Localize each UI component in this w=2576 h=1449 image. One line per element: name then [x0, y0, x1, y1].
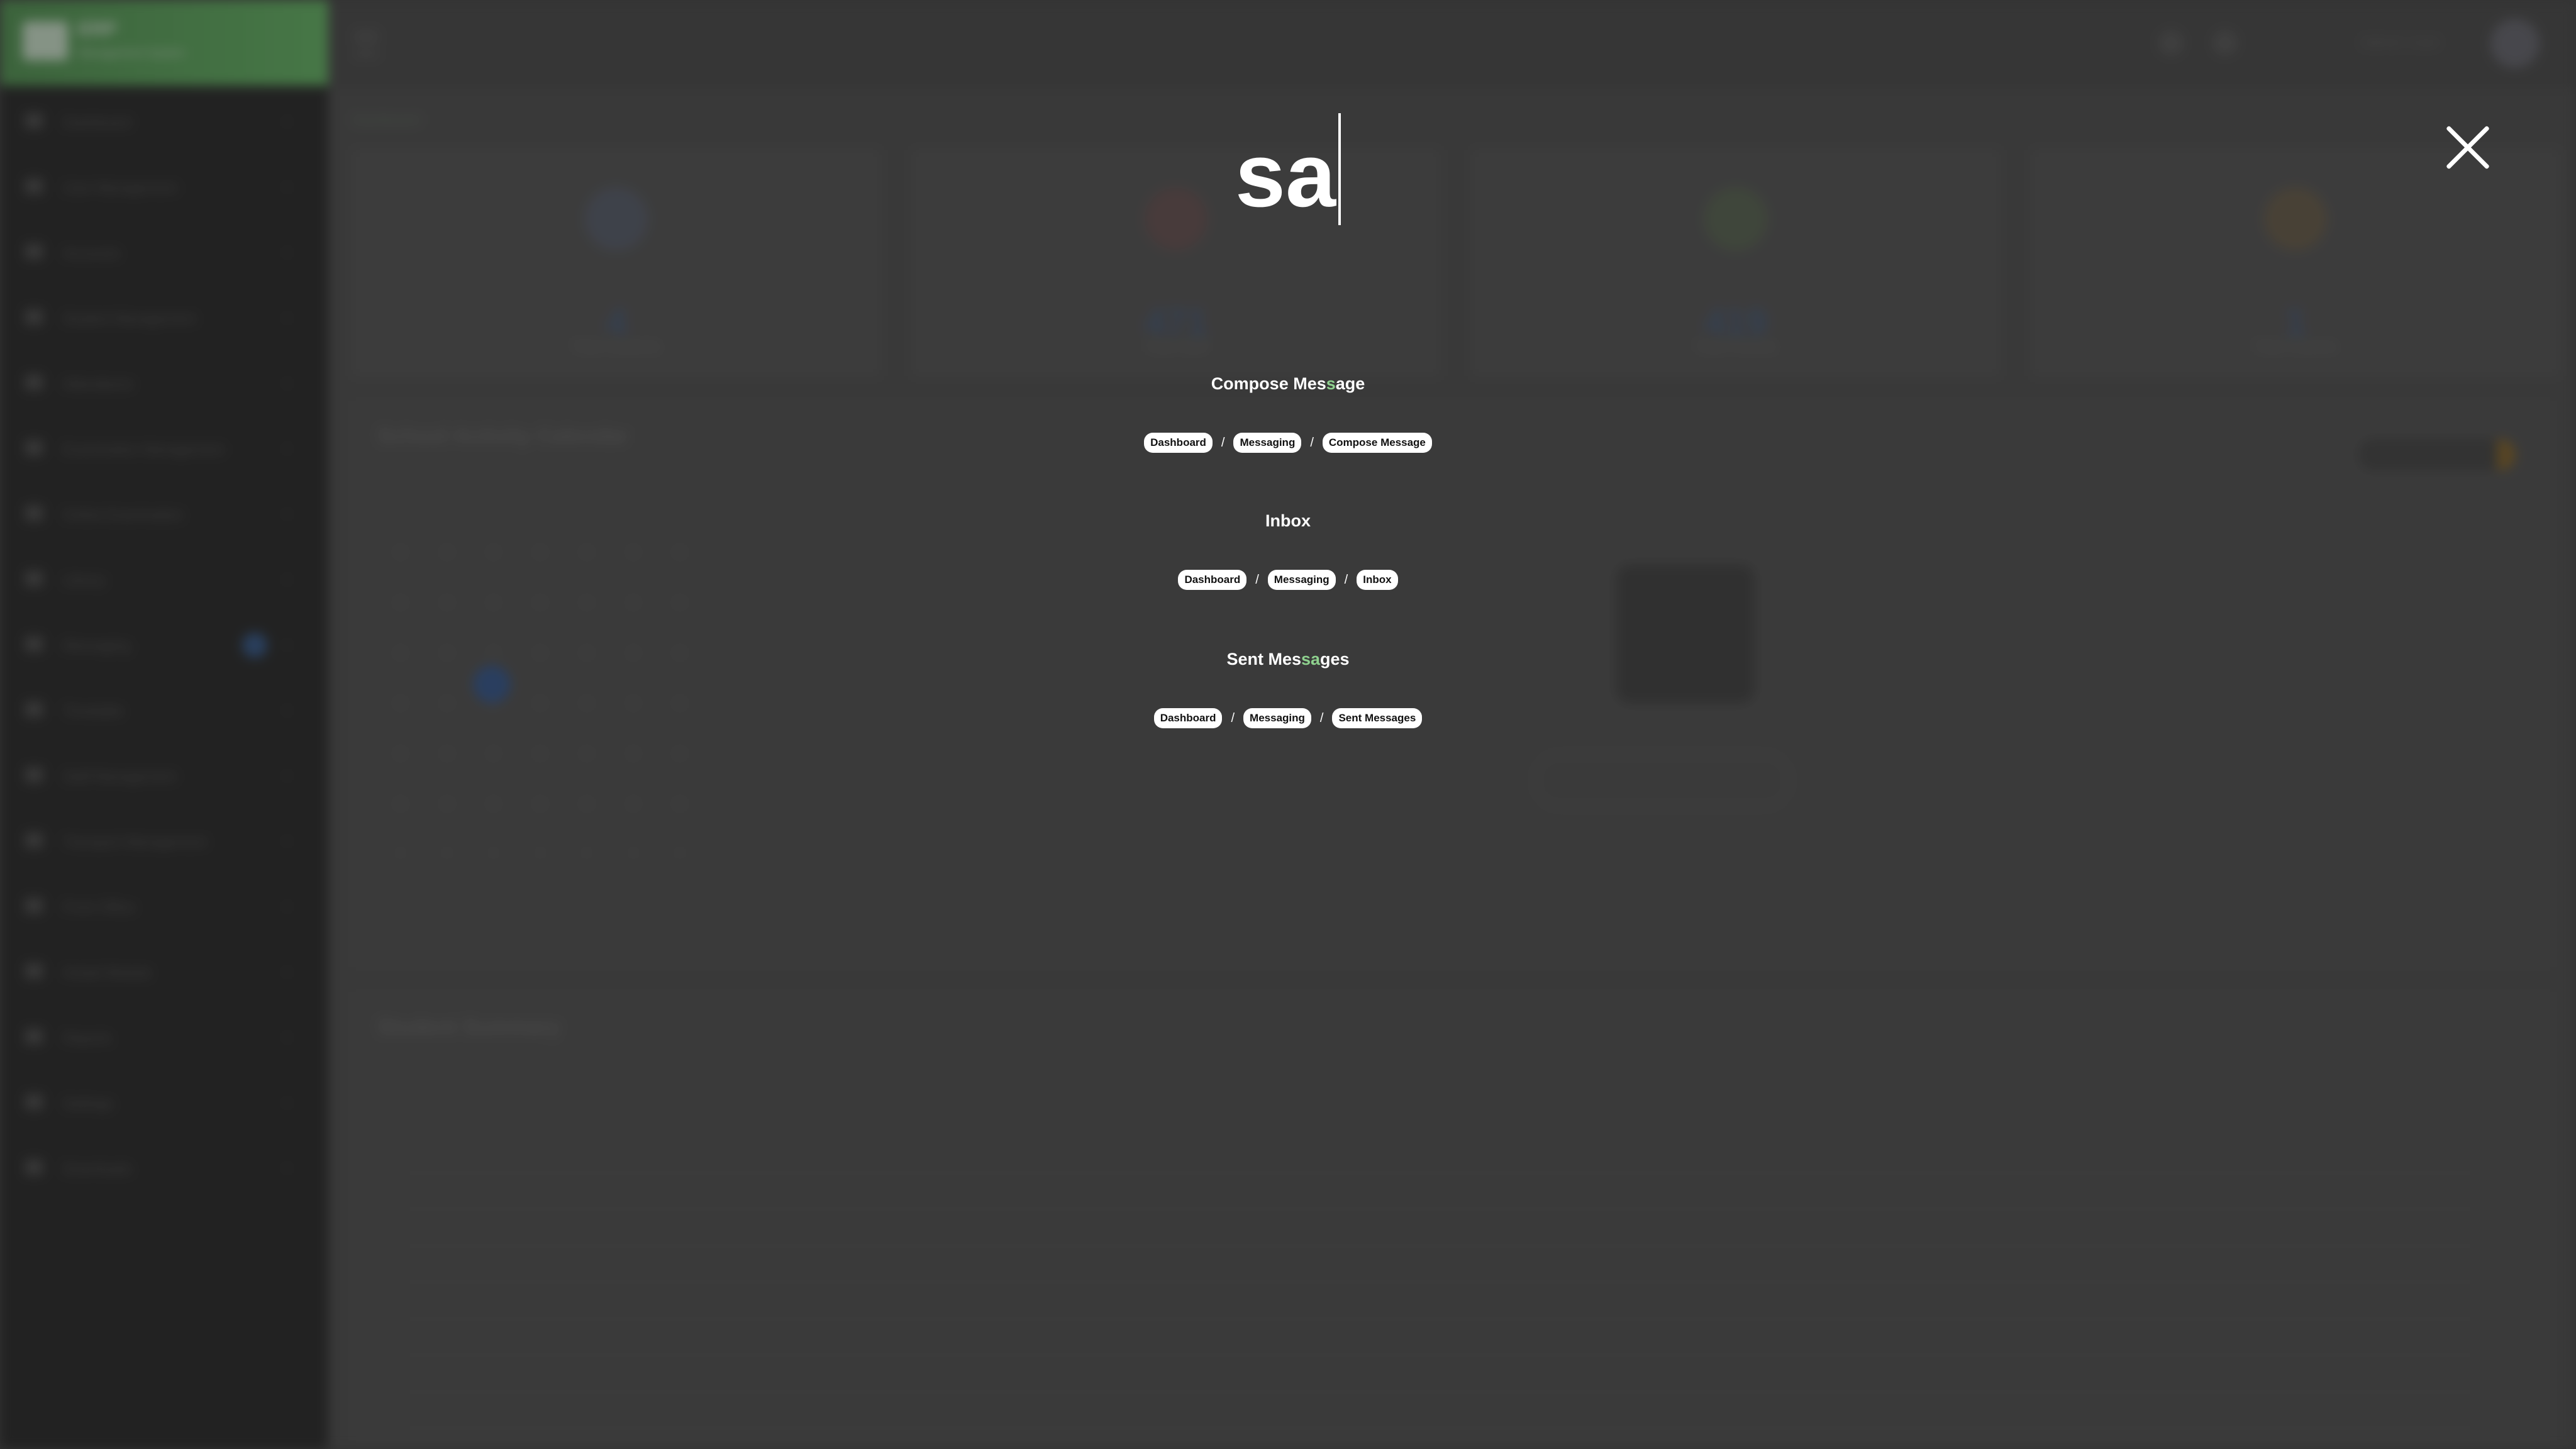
search-result[interactable]: Compose Message Dashboard / Messaging / Compo…	[0, 371, 2576, 453]
title-text: age	[1335, 374, 1365, 393]
title-text: ges	[1320, 650, 1350, 669]
match-highlight: sa	[1301, 650, 1321, 669]
breadcrumb-chip[interactable]: Messaging	[1267, 570, 1336, 590]
breadcrumb-separator: /	[1344, 572, 1348, 587]
breadcrumb-chip[interactable]: Sent Messages	[1332, 708, 1423, 728]
breadcrumb-chip[interactable]: Compose Message	[1322, 433, 1432, 453]
app-root: ERP Management System Dashboard › User Man…	[0, 0, 2576, 1449]
search-result-title[interactable]: Compose Message	[0, 371, 2576, 396]
breadcrumb-chip[interactable]: Dashboard	[1153, 708, 1223, 728]
breadcrumb-chip[interactable]: Dashboard	[1144, 433, 1213, 453]
match-highlight: s	[1326, 374, 1336, 393]
title-text: Sent Mes	[1226, 650, 1301, 669]
breadcrumb-chip[interactable]: Messaging	[1233, 433, 1302, 453]
breadcrumb-separator: /	[1310, 435, 1314, 450]
result-breadcrumb: Dashboard / Messaging / Inbox	[0, 570, 2576, 590]
breadcrumb-chip[interactable]: Dashboard	[1178, 570, 1247, 590]
search-query-text: sa	[1235, 125, 1336, 226]
close-icon[interactable]	[2444, 123, 2492, 171]
search-result-title[interactable]: Inbox	[0, 508, 2576, 533]
text-caret	[1338, 113, 1341, 225]
search-result[interactable]: Sent Messages Dashboard / Messaging / Sent Me…	[0, 647, 2576, 728]
search-result[interactable]: Inbox Dashboard / Messaging / Inbox	[0, 508, 2576, 590]
breadcrumb-separator: /	[1231, 711, 1235, 725]
breadcrumb-separator: /	[1319, 711, 1324, 725]
breadcrumb-separator: /	[1221, 435, 1225, 450]
title-text: Inbox	[1265, 511, 1311, 530]
breadcrumb-chip[interactable]: Messaging	[1243, 708, 1311, 728]
result-breadcrumb: Dashboard / Messaging / Sent Messages	[0, 708, 2576, 728]
breadcrumb-separator: /	[1255, 572, 1259, 587]
title-text: Compose Mes	[1211, 374, 1326, 393]
result-breadcrumb: Dashboard / Messaging / Compose Message	[0, 433, 2576, 453]
search-result-title[interactable]: Sent Messages	[0, 647, 2576, 672]
breadcrumb-chip[interactable]: Inbox	[1357, 570, 1398, 590]
search-input[interactable]: sa	[0, 113, 2576, 225]
